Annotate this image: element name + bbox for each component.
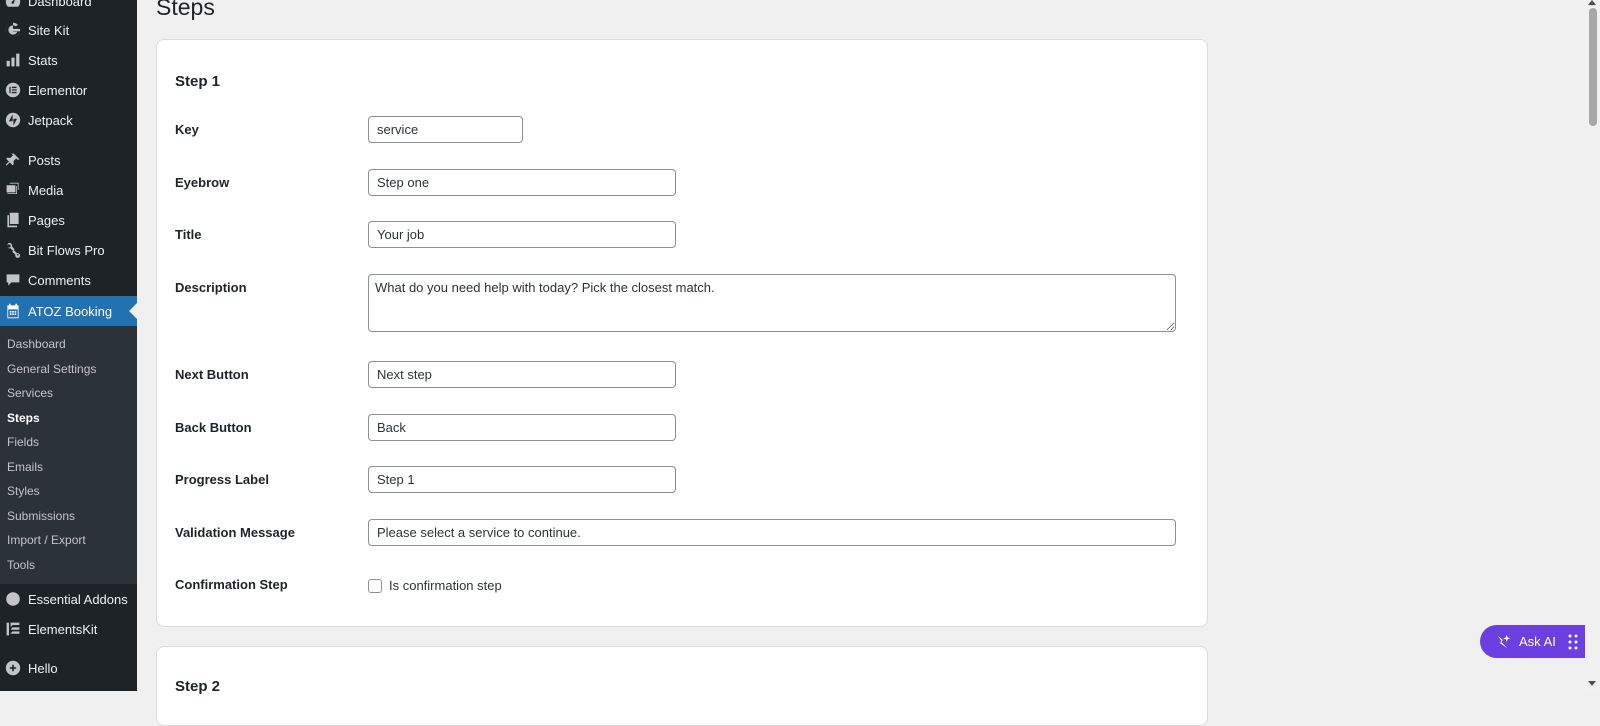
menu-item-pages[interactable]: Pages [0, 205, 137, 235]
flow-icon [5, 242, 21, 258]
jetpack-bolt-icon [5, 112, 21, 128]
menu-item-elementor[interactable]: Elementor [0, 75, 137, 105]
description-label: Description [175, 280, 247, 295]
progress-label-input[interactable] [368, 466, 676, 493]
step-2-card: Step 2 [156, 646, 1208, 726]
scroll-up-arrow-icon[interactable] [1588, 0, 1596, 5]
confirmation-step-label: Confirmation Step [175, 577, 288, 592]
key-input[interactable] [368, 116, 523, 143]
pushpin-icon [5, 152, 21, 168]
validation-message-label: Validation Message [175, 525, 295, 540]
menu-item-essential-addons[interactable]: Essential Addons [0, 584, 137, 614]
submenu-emails[interactable]: Emails [7, 460, 43, 474]
scroll-down-arrow-icon[interactable] [1588, 681, 1596, 686]
media-icon [5, 182, 21, 198]
next-button-input[interactable] [368, 361, 676, 388]
step-heading: Step 1 [175, 73, 221, 90]
menu-item-bit-flows-pro[interactable]: Bit Flows Pro [0, 235, 137, 265]
page-title: Steps [156, 0, 215, 20]
submenu-styles[interactable]: Styles [7, 484, 40, 498]
submenu-fields[interactable]: Fields [7, 435, 39, 449]
title-input[interactable] [368, 221, 676, 248]
ea-icon [5, 591, 21, 607]
elementor-icon [5, 82, 21, 98]
submenu-general-settings[interactable]: General Settings [7, 362, 96, 376]
dashboard-icon [5, 0, 21, 9]
elementskit-icon [5, 621, 21, 637]
scrollbar-thumb[interactable] [1589, 8, 1597, 126]
validation-message-input[interactable] [368, 519, 1176, 546]
ask-ai-button[interactable]: Ask AI [1480, 625, 1586, 658]
submenu-submissions[interactable]: Submissions [7, 509, 75, 523]
plus-circle-icon [5, 660, 21, 676]
pages-icon [5, 212, 21, 228]
confirmation-step-checkbox[interactable] [368, 579, 382, 593]
back-button-input[interactable] [368, 414, 676, 441]
menu-item-dashboard[interactable]: Dashboard [0, 0, 137, 16]
admin-sidebar: Dashboard Site Kit Stats Elementor Jetpa… [0, 0, 137, 691]
menu-item-jetpack[interactable]: Jetpack [0, 105, 137, 135]
atoz-booking-submenu: Dashboard General Settings Services Step… [0, 326, 137, 584]
eyebrow-input[interactable] [368, 169, 676, 196]
google-g-icon [5, 22, 21, 38]
menu-item-posts[interactable]: Posts [0, 145, 137, 175]
page-scrollbar[interactable] [1585, 0, 1600, 691]
submenu-import-export[interactable]: Import / Export [7, 533, 86, 547]
step-1-card: Step 1 Key Eyebrow Title Description Wha… [156, 39, 1208, 627]
eyebrow-label: Eyebrow [175, 175, 230, 190]
submenu-services[interactable]: Services [7, 386, 53, 400]
ask-ai-label: Ask AI [1519, 634, 1556, 649]
progress-label-label: Progress Label [175, 472, 269, 487]
bar-chart-icon [5, 52, 21, 68]
confirmation-checkbox-label[interactable]: Is confirmation step [389, 578, 502, 593]
title-label: Title [175, 227, 202, 242]
submenu-tools[interactable]: Tools [7, 558, 35, 572]
key-label: Key [175, 122, 199, 137]
menu-item-site-kit[interactable]: Site Kit [0, 15, 137, 45]
step-heading: Step 2 [175, 678, 221, 695]
calendar-icon [5, 303, 21, 319]
description-textarea[interactable]: What do you need help with today? Pick t… [368, 274, 1176, 332]
menu-item-elementskit[interactable]: ElementsKit [0, 614, 137, 644]
menu-item-hello[interactable]: Hello [0, 653, 137, 683]
submenu-dashboard[interactable]: Dashboard [7, 337, 66, 351]
sparkle-icon [1495, 633, 1513, 651]
menu-item-stats[interactable]: Stats [0, 45, 137, 75]
menu-item-media[interactable]: Media [0, 175, 137, 205]
drag-handle-icon[interactable] [1568, 634, 1578, 650]
next-button-label: Next Button [175, 367, 249, 382]
comment-icon [5, 272, 21, 288]
menu-item-comments[interactable]: Comments [0, 265, 137, 295]
back-button-label: Back Button [175, 420, 252, 435]
submenu-steps[interactable]: Steps [7, 411, 40, 425]
menu-item-atoz-booking[interactable]: ATOZ Booking [0, 296, 137, 326]
